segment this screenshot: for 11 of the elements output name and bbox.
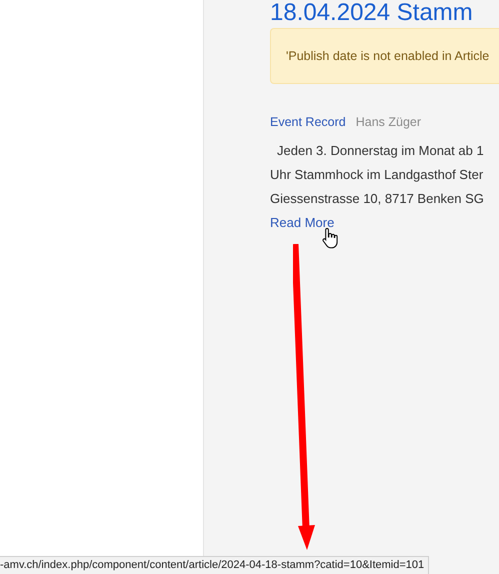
read-more-link[interactable]: Read More bbox=[270, 211, 334, 235]
category-link[interactable]: Event Record bbox=[270, 115, 346, 129]
article-title[interactable]: 18.04.2024 Stamm bbox=[270, 0, 473, 26]
hand-cursor-icon bbox=[322, 227, 338, 249]
notice-message: 'Publish date is not enabled in Article bbox=[270, 28, 499, 84]
intro-text-line: Giessenstrasse 10, 8717 Benken SG bbox=[270, 190, 485, 208]
intro-text-line: Uhr Stammhock im Landgasthof Ster bbox=[270, 166, 484, 184]
intro-text-line: Jeden 3. Donnerstag im Monat ab 1 bbox=[276, 142, 485, 160]
author-name: Hans Züger bbox=[356, 115, 422, 129]
status-url: -amv.ch/index.php/component/content/article/2024-04-18-stamm?catid=10&Itemid=101 bbox=[0, 559, 424, 571]
arrow-icon bbox=[293, 244, 317, 550]
